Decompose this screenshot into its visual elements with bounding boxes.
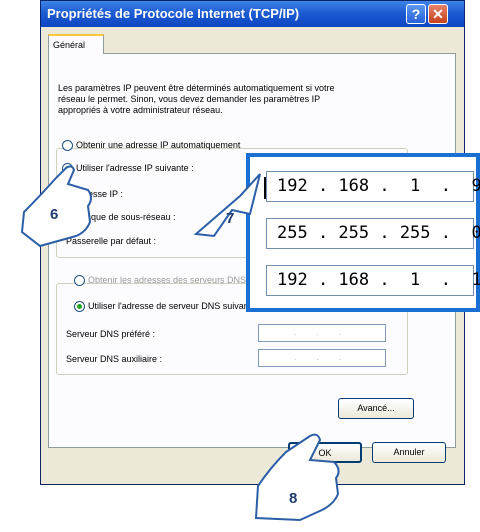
manual-ip-label: Utiliser l'adresse IP suivante : (76, 163, 194, 173)
close-button[interactable]: ✕ (428, 4, 448, 24)
alternate-dns-input[interactable]: . . . (258, 349, 386, 367)
text-cursor (264, 177, 266, 199)
zoom-gateway-field[interactable]: 192 . 168 . 1 . 1 (266, 265, 480, 296)
step-7-label: 7 (226, 210, 235, 227)
ok-button[interactable]: OK (288, 442, 362, 463)
cancel-button[interactable]: Annuler (372, 442, 446, 463)
step-6-label: 6 (50, 206, 59, 223)
ip-address-label: Adresse IP : (74, 189, 123, 199)
step-8-label: 8 (289, 490, 298, 507)
zoom-subnet-mask-field[interactable]: 255 . 255 . 255 . 0 (266, 218, 480, 249)
radio-manual-ip[interactable] (62, 163, 73, 174)
subnet-mask-label: Masque de sous-réseau : (74, 212, 176, 222)
preferred-dns-input[interactable]: . . . (258, 324, 386, 342)
gateway-label: Passerelle par défaut : (66, 236, 157, 246)
zoom-ip-address-field[interactable]: 192 . 168 . 1 . 99 (266, 171, 480, 202)
advanced-button[interactable]: Avancé... (338, 398, 414, 419)
tab-general[interactable]: Général (48, 34, 104, 54)
window-title: Propriétés de Protocole Internet (TCP/IP… (47, 6, 300, 21)
help-button[interactable]: ? (406, 4, 426, 24)
alternate-dns-label: Serveur DNS auxiliaire : (66, 354, 163, 364)
auto-ip-label: Obtenir une adresse IP automatiquement (76, 140, 241, 150)
manual-dns-label: Utiliser l'adresse de serveur DNS suivan… (88, 301, 262, 311)
radio-auto-dns[interactable] (74, 275, 85, 286)
description-text: Les paramètres IP peuvent être déterminé… (58, 83, 335, 115)
title-bar[interactable]: Propriétés de Protocole Internet (TCP/IP… (41, 1, 464, 27)
preferred-dns-label: Serveur DNS préféré : (66, 329, 156, 339)
zoom-callout: 192 . 168 . 1 . 99 255 . 255 . 255 . 0 1… (246, 153, 480, 312)
radio-manual-dns[interactable] (74, 301, 85, 312)
radio-auto-ip[interactable] (62, 140, 73, 151)
